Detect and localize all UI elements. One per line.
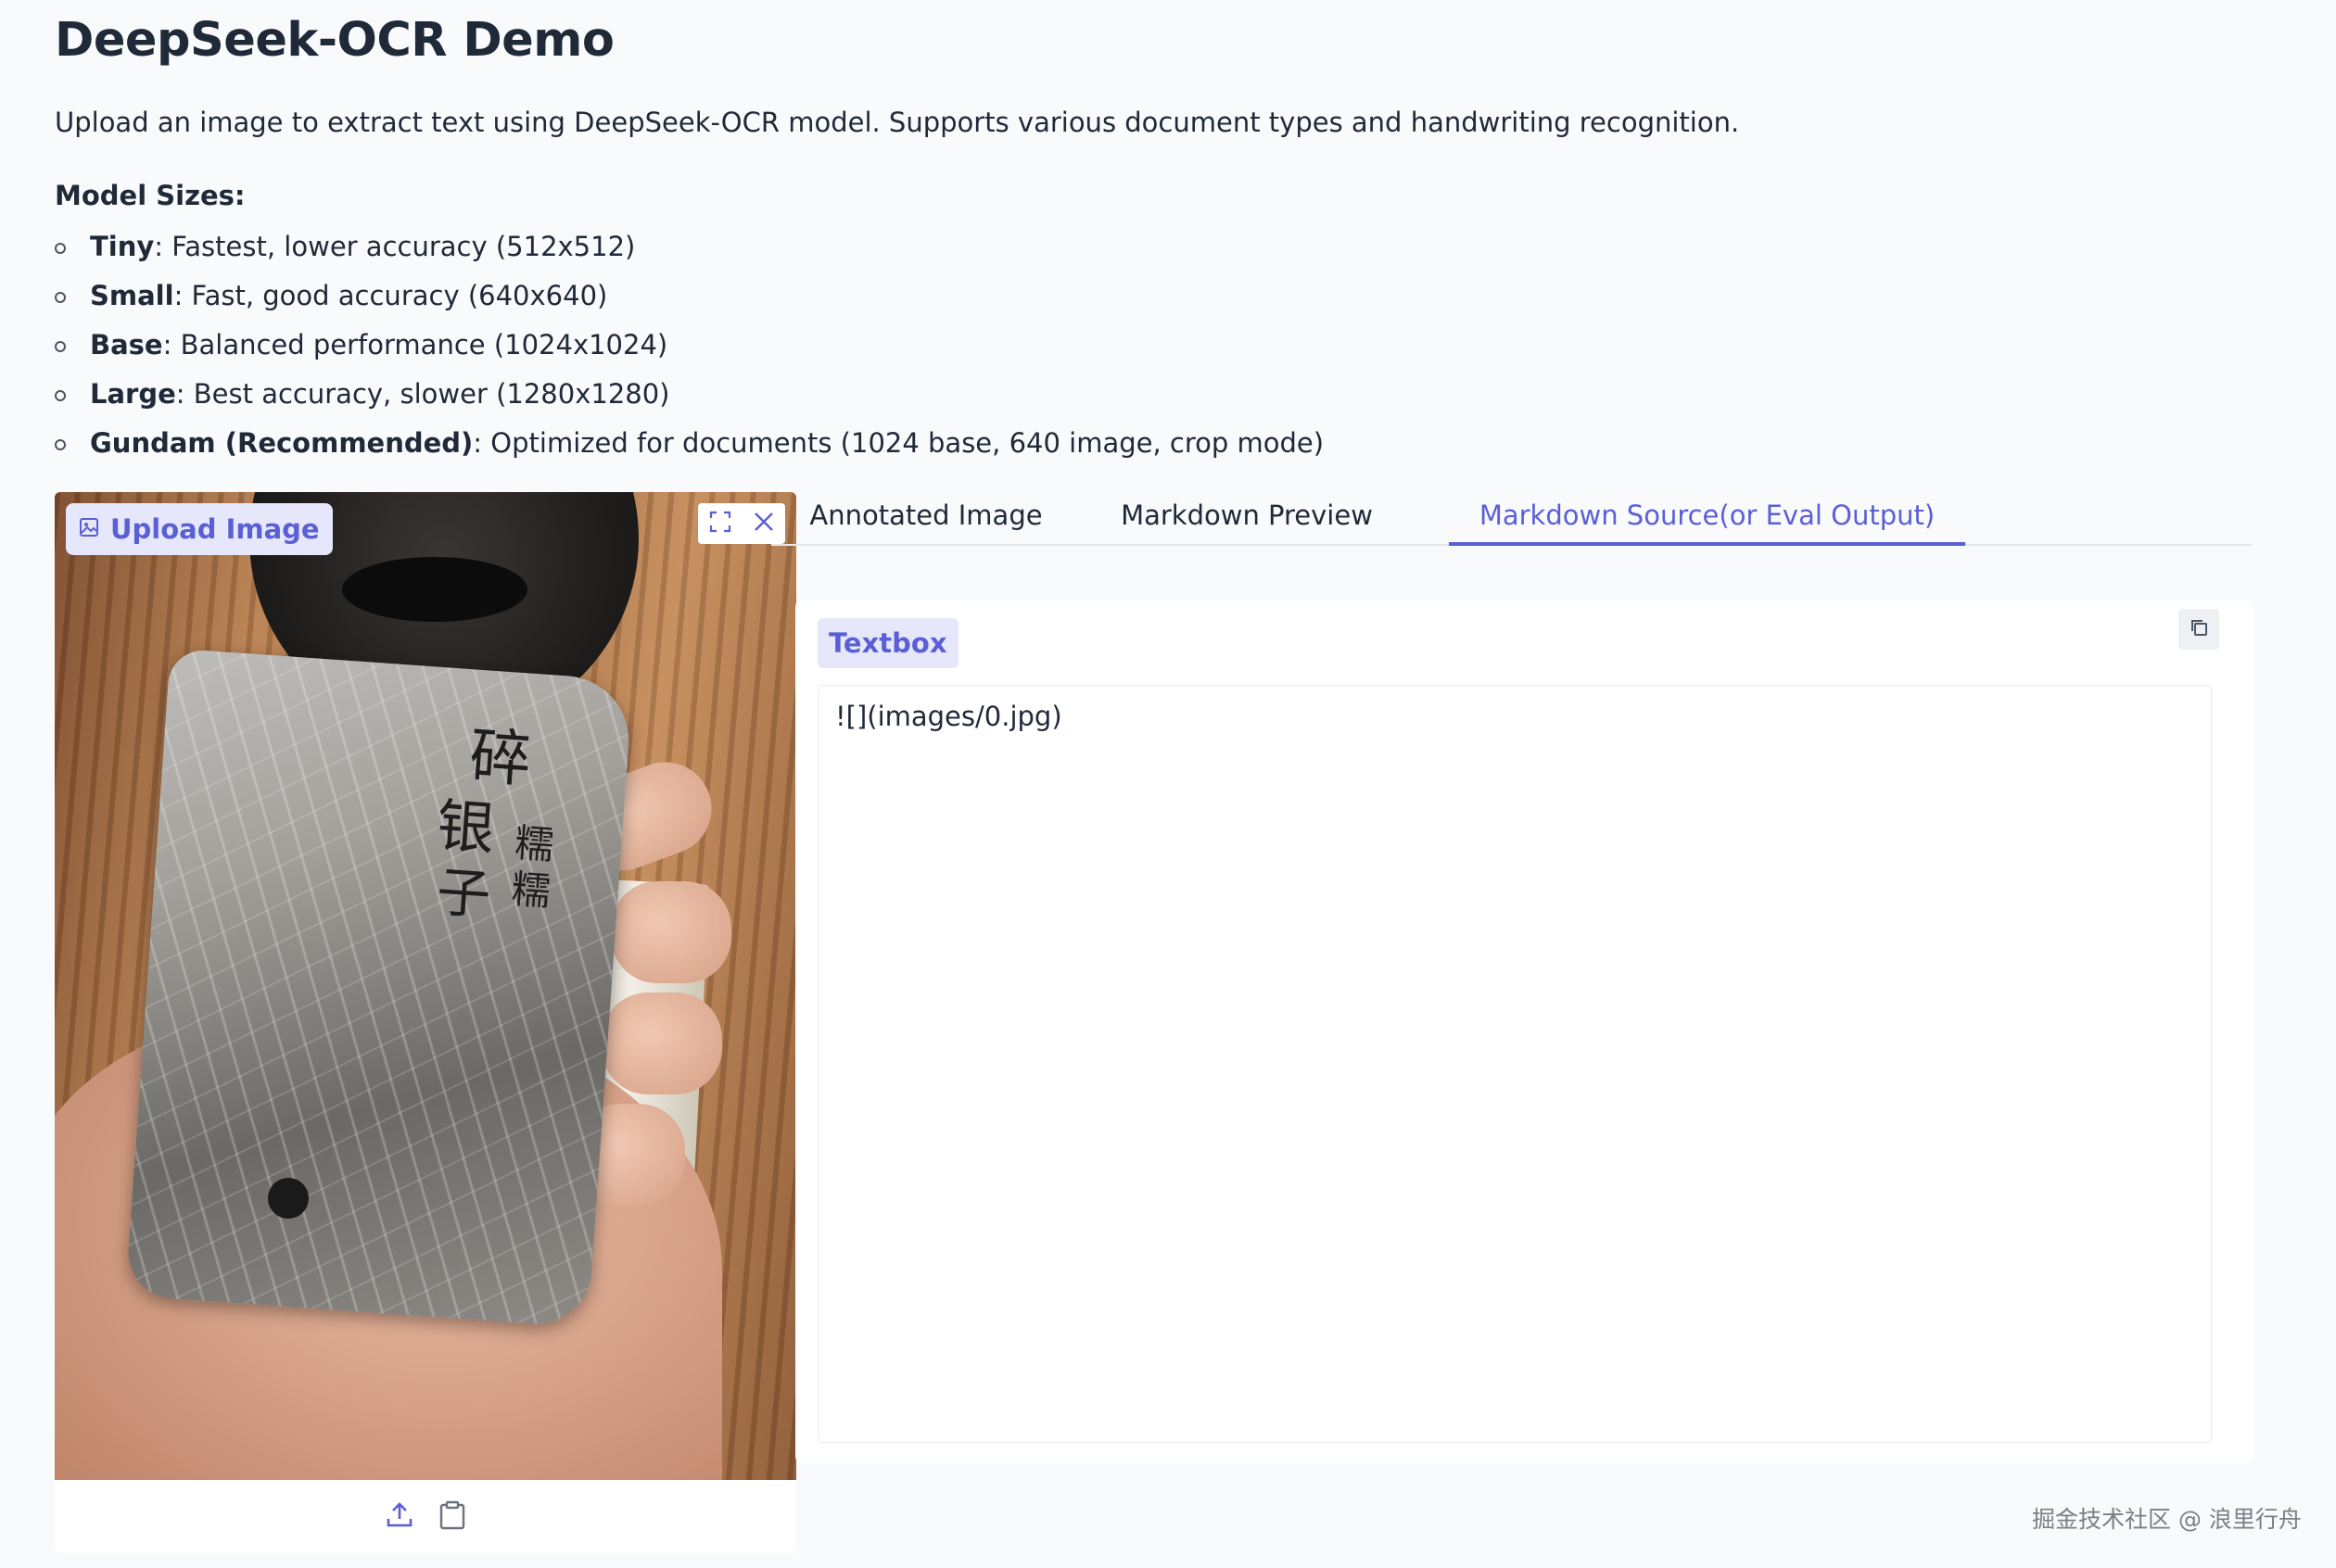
model-size-detail: : Fast, good accuracy (640x640) — [173, 280, 608, 311]
page-description: Upload an image to extract text using De… — [55, 107, 1740, 138]
card-glyph: 糯 — [510, 866, 552, 915]
model-size-item: Base: Balanced performance (1024x1024) — [55, 321, 1324, 370]
model-size-detail: : Balanced performance (1024x1024) — [162, 329, 668, 360]
metal-card: 碎 银 子 糯 糯 — [125, 648, 633, 1328]
textbox-label: Textbox — [818, 618, 959, 668]
model-size-detail: : Best accuracy, slower (1280x1280) — [175, 378, 670, 410]
model-size-detail: : Fastest, lower accuracy (512x512) — [154, 231, 636, 262]
model-size-item: Small: Fast, good accuracy (640x640) — [55, 272, 1324, 321]
markdown-source-textbox[interactable]: ![](images/0.jpg) — [818, 685, 2212, 1443]
model-sizes-list: Tiny: Fastest, lower accuracy (512x512) … — [55, 222, 1324, 468]
output-panel: Textbox ![](images/0.jpg) — [795, 600, 2253, 1463]
model-size-item: Tiny: Fastest, lower accuracy (512x512) — [55, 222, 1324, 272]
model-size-name: Tiny — [90, 231, 155, 262]
model-sizes-heading: Model Sizes: — [55, 180, 246, 211]
model-size-item: Gundam (Recommended): Optimized for docu… — [55, 419, 1324, 468]
tab-annotated-image[interactable]: Annotated Image — [801, 492, 1051, 544]
image-footer-toolbar — [55, 1480, 796, 1553]
tab-markdown-preview[interactable]: Markdown Preview — [1107, 492, 1387, 544]
image-icon — [79, 517, 99, 541]
upload-image-label: Upload Image — [110, 513, 320, 545]
output-tabs: Annotated Image Markdown Preview Markdow… — [771, 492, 2253, 546]
tab-markdown-source[interactable]: Markdown Source(or Eval Output) — [1449, 492, 1965, 546]
clipboard-icon[interactable] — [438, 1500, 466, 1534]
model-size-detail: : Optimized for documents (1024 base, 64… — [473, 427, 1325, 459]
copy-button[interactable] — [2178, 609, 2219, 650]
fullscreen-icon[interactable] — [708, 510, 732, 537]
model-size-name: Base — [90, 329, 163, 360]
watermark: 掘金技术社区 @ 浪里行舟 — [2032, 1506, 2302, 1533]
image-upload-panel[interactable]: 碎 银 子 糯 糯 Upload Image — [55, 492, 796, 1553]
uploaded-photo: 碎 银 子 糯 糯 — [55, 492, 796, 1480]
model-size-item: Large: Best accuracy, slower (1280x1280) — [55, 370, 1324, 419]
copy-icon — [2189, 617, 2209, 641]
upload-icon[interactable] — [385, 1500, 414, 1534]
card-glyph: 子 — [435, 860, 493, 928]
model-size-name: Gundam (Recommended) — [90, 427, 474, 459]
model-size-name: Large — [90, 378, 176, 410]
page-title: DeepSeek-OCR Demo — [55, 13, 615, 68]
upload-image-badge: Upload Image — [66, 503, 333, 555]
model-size-name: Small — [90, 280, 174, 311]
